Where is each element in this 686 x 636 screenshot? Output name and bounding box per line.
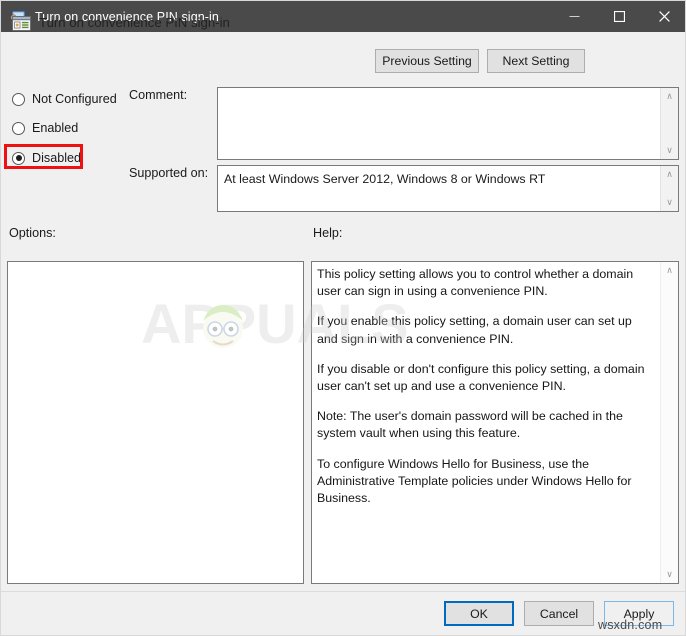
footer-divider	[1, 591, 685, 592]
scroll-down-icon[interactable]: ∨	[661, 142, 678, 159]
help-text: This policy setting allows you to contro…	[317, 266, 655, 507]
scroll-down-icon[interactable]: ∨	[661, 194, 678, 211]
supported-on-scrollbar[interactable]: ∧ ∨	[660, 166, 678, 211]
radio-enabled-mark	[12, 121, 25, 135]
policy-setting-icon	[11, 13, 32, 34]
radio-disabled-mark	[12, 151, 25, 165]
setting-title: Turn on convenience PIN sign-in	[39, 15, 230, 30]
supported-on-value: At least Windows Server 2012, Windows 8 …	[224, 172, 546, 186]
radio-enabled-label: Enabled	[32, 121, 79, 135]
help-label: Help:	[313, 226, 343, 240]
window-controls	[552, 1, 685, 32]
radio-not-configured[interactable]: Not Configured	[12, 89, 117, 109]
apply-button[interactable]: Apply	[604, 601, 674, 626]
comment-input[interactable]: ∧ ∨	[217, 87, 679, 160]
help-pane: This policy setting allows you to contro…	[311, 261, 679, 584]
radio-not-configured-label: Not Configured	[32, 92, 117, 106]
help-paragraph: If you disable or don't configure this p…	[317, 361, 645, 394]
maximize-icon[interactable]	[597, 1, 642, 32]
minimize-icon[interactable]	[552, 1, 597, 32]
help-paragraph: If you enable this policy setting, a dom…	[317, 314, 632, 346]
next-setting-button[interactable]: Next Setting	[487, 49, 585, 73]
help-paragraph: Note: The user's domain password will be…	[317, 409, 623, 441]
comment-scrollbar[interactable]: ∧ ∨	[660, 88, 678, 159]
group-policy-setting-dialog: Turn on convenience PIN sign-in Turn on …	[0, 0, 686, 636]
previous-setting-button[interactable]: Previous Setting	[375, 49, 479, 73]
help-paragraph: This policy setting allows you to contro…	[317, 267, 634, 299]
scroll-up-icon[interactable]: ∧	[661, 166, 678, 183]
scroll-down-icon[interactable]: ∨	[661, 566, 678, 583]
radio-not-configured-mark	[12, 92, 25, 106]
supported-on-field[interactable]: At least Windows Server 2012, Windows 8 …	[217, 165, 679, 212]
supported-on-label: Supported on:	[129, 166, 209, 180]
radio-disabled[interactable]: Disabled	[12, 148, 81, 168]
cancel-button[interactable]: Cancel	[524, 601, 594, 626]
scroll-up-icon[interactable]: ∧	[661, 88, 678, 105]
options-label: Options:	[9, 226, 56, 240]
options-pane[interactable]	[7, 261, 304, 584]
radio-enabled[interactable]: Enabled	[12, 118, 78, 138]
help-paragraph: To configure Windows Hello for Business,…	[317, 456, 632, 506]
close-icon[interactable]	[642, 1, 685, 32]
scroll-up-icon[interactable]: ∧	[661, 262, 678, 279]
radio-disabled-label: Disabled	[32, 151, 82, 165]
ok-button[interactable]: OK	[444, 601, 514, 626]
help-scrollbar[interactable]: ∧ ∨	[660, 262, 678, 583]
comment-label: Comment:	[129, 88, 188, 102]
